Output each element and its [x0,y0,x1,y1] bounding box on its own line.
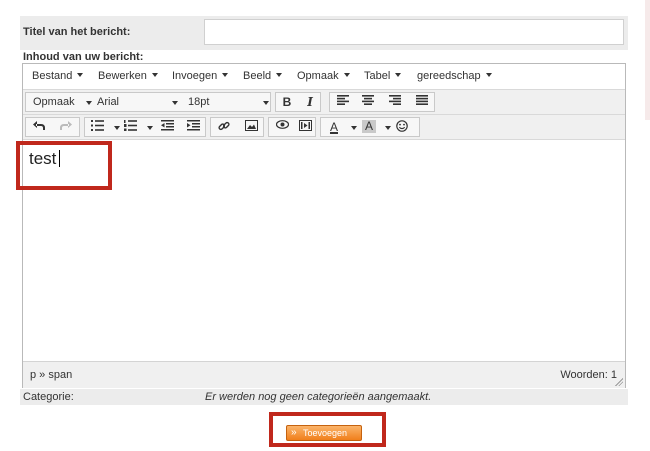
menu-format[interactable]: Opmaak [297,70,350,82]
menu-file[interactable]: Bestand [32,70,84,82]
title-input[interactable] [204,19,624,45]
bold-icon[interactable]: B [278,94,296,110]
format-font-group: Opmaak Arial 18pt [25,92,271,112]
chevron-down-icon [395,73,402,77]
chevron-down-icon[interactable] [114,126,120,130]
content-label: Inhoud van uw bericht: [23,51,144,63]
link-image-group [210,117,264,137]
highlight-box-body [16,141,112,190]
chevron-down-icon[interactable] [351,126,357,130]
preview-media-group [268,117,316,137]
link-icon[interactable] [215,119,233,135]
align-left-icon[interactable] [334,94,352,110]
category-value: Er werden nog geen categorieën aangemaak… [205,391,432,403]
chevron-down-icon [263,101,269,105]
history-group [25,117,80,137]
menu-edit[interactable]: Bewerken [98,70,158,82]
chevron-down-icon [485,73,492,77]
menu-table[interactable]: Tabel [364,70,402,82]
chevron-down-icon [151,73,158,77]
menu-insert[interactable]: Invoegen [172,70,229,82]
editor-menubar: Bestand Bewerken Invoegen Beeld Opmaak T… [23,64,625,90]
italic-icon[interactable]: I [301,94,319,110]
numbered-list-icon[interactable] [121,119,139,135]
chevron-down-icon [276,73,283,77]
title-label: Titel van het bericht: [23,26,131,38]
list-group [84,117,206,137]
editor-toolbar-2: A A [23,115,625,140]
word-count: Woorden: 1 [560,369,617,381]
emoticon-icon[interactable] [393,119,411,135]
title-row: Titel van het bericht: [20,16,628,50]
chevron-down-icon [77,73,84,77]
chevron-down-icon[interactable] [385,126,391,130]
chevron-down-icon[interactable] [147,126,153,130]
bullet-list-icon[interactable] [88,119,106,135]
page-edge-strip [645,0,650,120]
image-icon[interactable] [242,119,260,135]
bold-italic-group: B I [275,92,321,112]
media-icon[interactable] [296,119,314,135]
chevron-down-icon [222,73,229,77]
chevron-down-icon [172,101,178,105]
format-select[interactable]: Opmaak [33,96,92,108]
editor-statusbar: p » span Woorden: 1 [23,361,625,388]
editor-body[interactable]: test [23,140,625,361]
text-color-icon[interactable]: A [325,119,343,135]
indent-icon[interactable] [184,119,202,135]
outdent-icon[interactable] [158,119,176,135]
category-label: Categorie: [23,391,74,403]
chevron-down-icon [343,73,350,77]
menu-tools[interactable]: gereedschap [417,70,492,82]
editor-toolbar-1: Opmaak Arial 18pt B I [23,90,625,115]
alignment-group [329,92,435,112]
chevron-down-icon [86,101,92,105]
align-right-icon[interactable] [386,94,404,110]
rich-text-editor: Bestand Bewerken Invoegen Beeld Opmaak T… [22,63,626,388]
background-color-icon[interactable]: A [362,120,376,133]
category-row: Categorie: Er werden nog geen categorieë… [20,389,628,405]
align-center-icon[interactable] [359,94,377,110]
resize-handle-icon[interactable] [615,378,623,386]
font-family-select[interactable]: Arial [97,96,178,108]
preview-icon[interactable] [273,119,291,135]
color-emoticon-group: A A [320,117,420,137]
font-size-select[interactable]: 18pt [188,96,269,108]
justify-icon[interactable] [413,94,431,110]
redo-icon[interactable] [57,119,75,135]
highlight-box-submit [269,412,386,447]
undo-icon[interactable] [30,119,48,135]
menu-view[interactable]: Beeld [243,70,283,82]
element-path[interactable]: p » span [30,369,72,381]
